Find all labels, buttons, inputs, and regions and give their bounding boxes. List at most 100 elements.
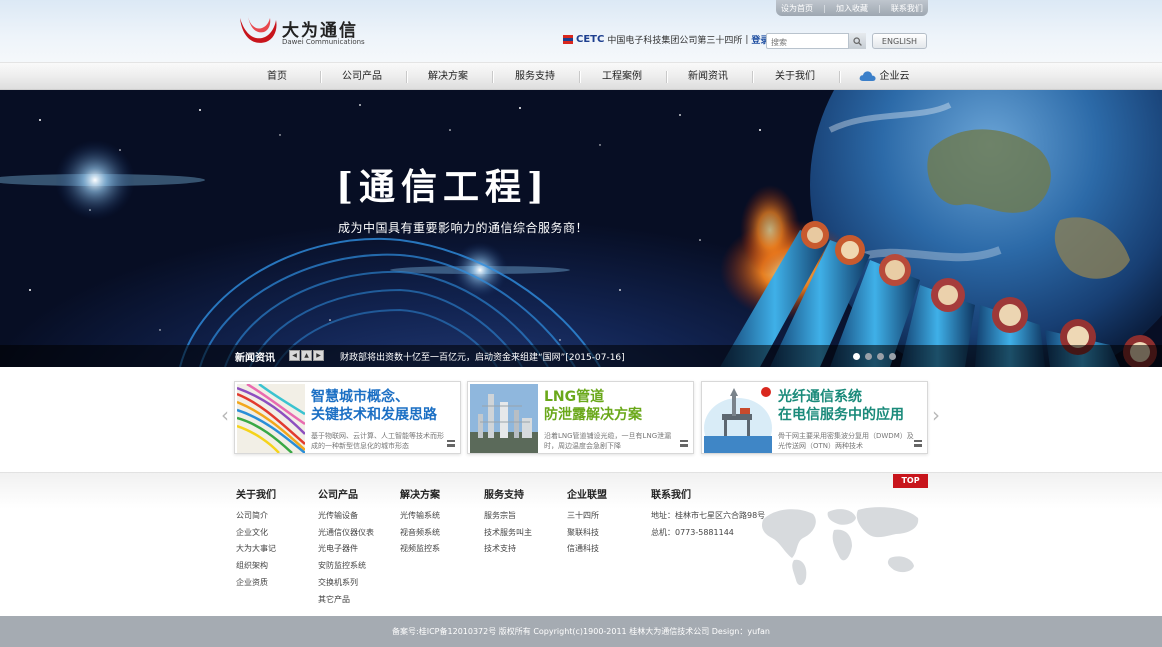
carousel-next-icon[interactable]: › (932, 403, 940, 427)
footer-link[interactable]: 视频监控系 (400, 541, 440, 558)
feature-card-smart-city[interactable]: 智慧城市概念、 关键技术和发展思路 基于物联网、云计算、人工智能等技术而形成的一… (234, 381, 461, 454)
footer-link[interactable]: 公司简介 (236, 508, 276, 525)
fiber-bundle-image (237, 384, 305, 453)
nav-divider (320, 71, 321, 83)
nav-item-cloud-label: 企业云 (879, 71, 910, 82)
footer-link[interactable]: 组织架构 (236, 558, 276, 575)
footer-link[interactable]: 服务宗旨 (484, 508, 532, 525)
nav-divider (752, 71, 753, 83)
footer-col-about: 关于我们 公司简介 企业文化 大为大事记 组织架构 企业资质 (236, 486, 276, 592)
nav-item-solutions[interactable]: 解决方案 (419, 63, 477, 91)
footer-link[interactable]: 光传输系统 (400, 508, 440, 525)
nav-divider (666, 71, 667, 83)
footer-link[interactable]: 大为大事记 (236, 541, 276, 558)
news-prev-icon[interactable]: ◀ (289, 350, 300, 361)
world-map-graphic (762, 507, 919, 586)
nav-item-news[interactable]: 新闻资讯 (679, 63, 737, 91)
card-title-line1: 光纤通信系统 (778, 389, 862, 405)
footer-link[interactable]: 光传输设备 (318, 508, 374, 525)
english-button[interactable]: ENGLISH (872, 33, 927, 49)
search-button[interactable] (848, 33, 866, 49)
news-controls: ◀ ▲ ▶ (289, 350, 324, 361)
card-title: 光纤通信系统 在电信服务中的应用 (778, 388, 904, 424)
card-image (704, 384, 772, 453)
nav-item-products[interactable]: 公司产品 (333, 63, 391, 91)
card-description: 基于物联网、云计算、人工智能等技术而形成的一种新型信息化的城市形态 (311, 432, 444, 450)
footer-col-alliance: 企业联盟 三十四所 聚联科技 信通科技 (567, 486, 607, 558)
contact-address: 地址：桂林市七星区六合路98号 (651, 511, 766, 520)
footer-link[interactable]: 企业资质 (236, 575, 276, 592)
news-next-icon[interactable]: ▶ (313, 350, 324, 361)
card-title: LNG管道 防泄露解决方案 (544, 388, 642, 424)
menu-icon[interactable] (914, 440, 922, 447)
footer-col-head[interactable]: 联系我们 (651, 486, 765, 501)
divider: | (878, 3, 881, 13)
news-up-icon[interactable]: ▲ (301, 350, 312, 361)
back-to-top-button[interactable]: TOP (893, 474, 928, 488)
footer-col-head[interactable]: 解决方案 (400, 486, 440, 501)
banner-title: [通信工程] (336, 166, 551, 208)
footer-link[interactable]: 三十四所 (567, 508, 607, 525)
footer-col-head[interactable]: 关于我们 (236, 486, 276, 501)
slide-indicators (853, 353, 896, 360)
menu-icon[interactable] (680, 440, 688, 447)
hero-banner[interactable]: [通信工程] 成为中国具有重要影响力的通信综合服务商！ 新闻资讯 ◀ ▲ ▶ 财… (0, 90, 1162, 367)
footer-link[interactable]: 信通科技 (567, 541, 607, 558)
footer-link[interactable]: 光通信仪器仪表 (318, 525, 374, 542)
card-title-line2: 关键技术和发展思路 (311, 407, 437, 423)
add-favorite-link[interactable]: 加入收藏 (836, 3, 868, 14)
cetc-logo-text: CETC (576, 34, 605, 45)
site-logo[interactable]: 大为通信 Dawei Communications (236, 14, 366, 50)
contact-us-link[interactable]: 联系我们 (891, 3, 923, 14)
footer-link[interactable]: 企业文化 (236, 525, 276, 542)
nav-item-home[interactable]: 首页 (248, 63, 306, 91)
cetc-org-name[interactable]: 中国电子科技集团公司第三十四所 (607, 33, 742, 46)
divider: | (745, 34, 749, 45)
slide-dot-1[interactable] (853, 353, 860, 360)
footer-col-head[interactable]: 服务支持 (484, 486, 532, 501)
news-ticker: 新闻资讯 ◀ ▲ ▶ 财政部将出资数十亿至一百亿元，启动资金来组建“国网”[20… (0, 345, 1162, 367)
nav-divider (579, 71, 580, 83)
card-description: 骨干网主要采用密集波分复用（DWDM）及光传送网（OTN）两种技术 (778, 432, 914, 450)
footer-col-products: 公司产品 光传输设备 光通信仪器仪表 光电子器件 安防监控系统 交换机系列 其它… (318, 486, 374, 608)
slide-dot-4[interactable] (889, 353, 896, 360)
footer-link[interactable]: 技术服务叫主 (484, 525, 532, 542)
nav-item-support[interactable]: 服务支持 (506, 63, 564, 91)
nav-divider (492, 71, 493, 83)
search-input[interactable] (767, 35, 847, 50)
footer-link[interactable]: 聚联科技 (567, 525, 607, 542)
card-title-line2: 在电信服务中的应用 (778, 407, 904, 423)
footer-link[interactable]: 安防监控系统 (318, 558, 374, 575)
feature-card-fiber[interactable]: 光纤通信系统 在电信服务中的应用 骨干网主要采用密集波分复用（DWDM）及光传送… (701, 381, 928, 454)
menu-icon[interactable] (447, 440, 455, 447)
search-icon (853, 36, 862, 46)
card-title-line1: 智慧城市概念、 (311, 389, 409, 405)
footer-col-head[interactable]: 公司产品 (318, 486, 374, 501)
footer-col-support: 服务支持 服务宗旨 技术服务叫主 技术支持 (484, 486, 532, 558)
divider: | (823, 3, 826, 13)
footer-link[interactable]: 其它产品 (318, 592, 374, 609)
nav-item-about[interactable]: 关于我们 (766, 63, 824, 91)
card-title-line1: LNG管道 (544, 389, 605, 405)
oil-rig-image (704, 384, 772, 453)
news-headline[interactable]: 财政部将出资数十亿至一百亿元，启动资金来组建“国网”[2015-07-16] (340, 350, 625, 363)
footer-col-head[interactable]: 企业联盟 (567, 486, 607, 501)
set-homepage-link[interactable]: 设为首页 (781, 3, 813, 14)
nav-item-cases[interactable]: 工程案例 (593, 63, 651, 91)
footer-link[interactable]: 交换机系列 (318, 575, 374, 592)
feature-card-lng[interactable]: LNG管道 防泄露解决方案 沿着LNG管道铺设光缆，一旦有LNG泄漏时，周边温度… (467, 381, 694, 454)
footer-link[interactable]: 技术支持 (484, 541, 532, 558)
carousel-prev-icon[interactable]: ‹ (221, 403, 229, 427)
footer-link[interactable]: 视音频系统 (400, 525, 440, 542)
slide-dot-3[interactable] (877, 353, 884, 360)
main-nav: 首页 公司产品 解决方案 服务支持 工程案例 新闻资讯 关于我们 企业云 (0, 62, 1162, 90)
nav-item-cloud[interactable]: 企业云 (852, 63, 916, 91)
footer-link[interactable]: 光电子器件 (318, 541, 374, 558)
slide-dot-2[interactable] (865, 353, 872, 360)
footer-col-contact: 联系我们 地址：桂林市七星区六合路98号 总机：0773-5881144 (651, 486, 765, 541)
card-description: 沿着LNG管道铺设光缆，一旦有LNG泄漏时，周边温度会急剧下降 (544, 432, 672, 450)
card-title: 智慧城市概念、 关键技术和发展思路 (311, 388, 437, 424)
nav-divider (839, 71, 840, 83)
card-image (470, 384, 538, 453)
card-title-line2: 防泄露解决方案 (544, 407, 642, 423)
